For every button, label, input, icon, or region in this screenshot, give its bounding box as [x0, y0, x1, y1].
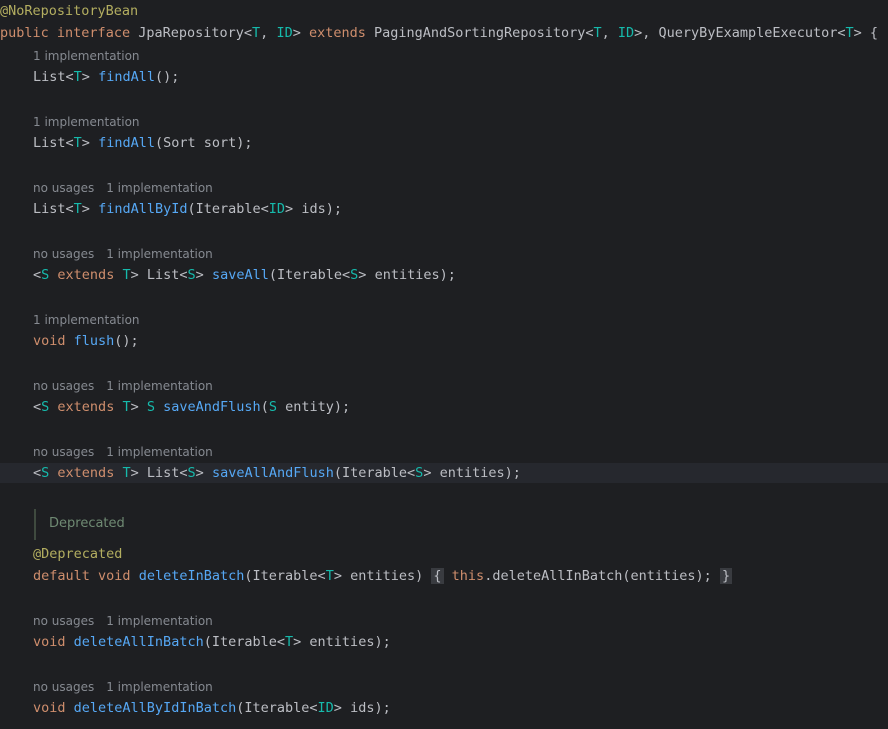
keyword: extends [308, 25, 366, 41]
method-name: saveAll [211, 267, 269, 283]
annotation-deprecated: @Deprecated [33, 546, 123, 562]
method-name: deleteAllInBatch [73, 634, 204, 650]
implementations-hint[interactable]: 1 implementation [106, 379, 213, 393]
supertype: PagingAndSortingRepository [374, 25, 586, 41]
method-name: findAllById [98, 201, 188, 217]
keyword: public [0, 25, 49, 41]
usages-hint[interactable]: no usages [33, 247, 94, 261]
method-name: findAll [98, 135, 155, 151]
code-line-method[interactable]: default void deleteInBatch(Iterable<T> e… [0, 566, 888, 586]
usages-hint[interactable]: no usages [33, 445, 94, 459]
method-name: deleteAllByIdInBatch [73, 700, 237, 716]
code-vision-hint[interactable]: no usages 1 implementation [33, 444, 213, 460]
implementations-hint[interactable]: 1 implementation [106, 445, 213, 459]
doc-comment-deprecated[interactable]: Deprecated [49, 516, 125, 532]
type-param: T [593, 25, 602, 41]
code-line-method[interactable]: List<T> findAll(); [0, 67, 888, 87]
method-name: deleteInBatch [138, 568, 245, 584]
implementations-hint[interactable]: 1 implementation [33, 115, 140, 129]
type-param: ID [617, 25, 635, 41]
implementations-hint[interactable]: 1 implementation [106, 181, 213, 195]
method-name: saveAndFlush [163, 399, 261, 415]
code-vision-hint[interactable]: 1 implementation [33, 312, 140, 328]
code-vision-hint[interactable]: 1 implementation [33, 114, 140, 130]
code-line-method[interactable]: List<T> findAll(Sort sort); [0, 133, 888, 153]
code-editor[interactable]: @NoRepositoryBean public interface JpaRe… [0, 0, 888, 729]
usages-hint[interactable]: no usages [33, 680, 94, 694]
type-param: T [252, 25, 261, 41]
code-vision-hint[interactable]: no usages 1 implementation [33, 679, 213, 695]
supertype: QueryByExampleExecutor [658, 25, 838, 41]
code-line-current[interactable]: <S extends T> List<S> saveAllAndFlush(It… [0, 463, 888, 483]
implementations-hint[interactable]: 1 implementation [106, 614, 213, 628]
method-name: findAll [98, 69, 155, 85]
interface-name: JpaRepository [138, 25, 244, 41]
code-line-method[interactable]: <S extends T> S saveAndFlush(S entity); [0, 397, 888, 417]
keyword: interface [56, 25, 131, 41]
code-line-method[interactable]: void deleteAllInBatch(Iterable<T> entiti… [0, 632, 888, 652]
code-line-method[interactable]: List<T> findAllById(Iterable<ID> ids); [0, 199, 888, 219]
code-line-method[interactable]: void deleteAllByIdInBatch(Iterable<ID> i… [0, 698, 888, 718]
code-vision-hint[interactable]: no usages 1 implementation [33, 246, 213, 262]
code-vision-hint[interactable]: no usages 1 implementation [33, 613, 213, 629]
implementations-hint[interactable]: 1 implementation [106, 680, 213, 694]
code-vision-hint[interactable]: 1 implementation [33, 48, 140, 64]
method-name: saveAllAndFlush [211, 465, 334, 481]
code-line-method[interactable]: void flush(); [0, 331, 888, 351]
implementations-hint[interactable]: 1 implementation [33, 49, 140, 63]
annotation-no-repository-bean: @NoRepositoryBean [0, 3, 139, 19]
doc-comment-bar [34, 509, 36, 540]
folded-brace-open[interactable]: { [431, 568, 444, 584]
implementations-hint[interactable]: 1 implementation [106, 247, 213, 261]
type-param: ID [276, 25, 293, 41]
code-line-annotation[interactable]: @NoRepositoryBean [0, 1, 888, 21]
usages-hint[interactable]: no usages [33, 379, 94, 393]
folded-brace-close[interactable]: } [719, 568, 733, 584]
usages-hint[interactable]: no usages [33, 614, 94, 628]
code-line-interface-declaration[interactable]: public interface JpaRepository<T, ID> ex… [0, 23, 888, 43]
code-line-method[interactable]: <S extends T> List<S> saveAll(Iterable<S… [0, 265, 888, 285]
method-name: flush [73, 333, 115, 349]
usages-hint[interactable]: no usages [33, 181, 94, 195]
type-param: T [845, 25, 854, 41]
implementations-hint[interactable]: 1 implementation [33, 313, 140, 327]
code-vision-hint[interactable]: no usages 1 implementation [33, 378, 213, 394]
code-line-annotation[interactable]: @Deprecated [0, 544, 888, 564]
code-vision-hint[interactable]: no usages 1 implementation [33, 180, 213, 196]
